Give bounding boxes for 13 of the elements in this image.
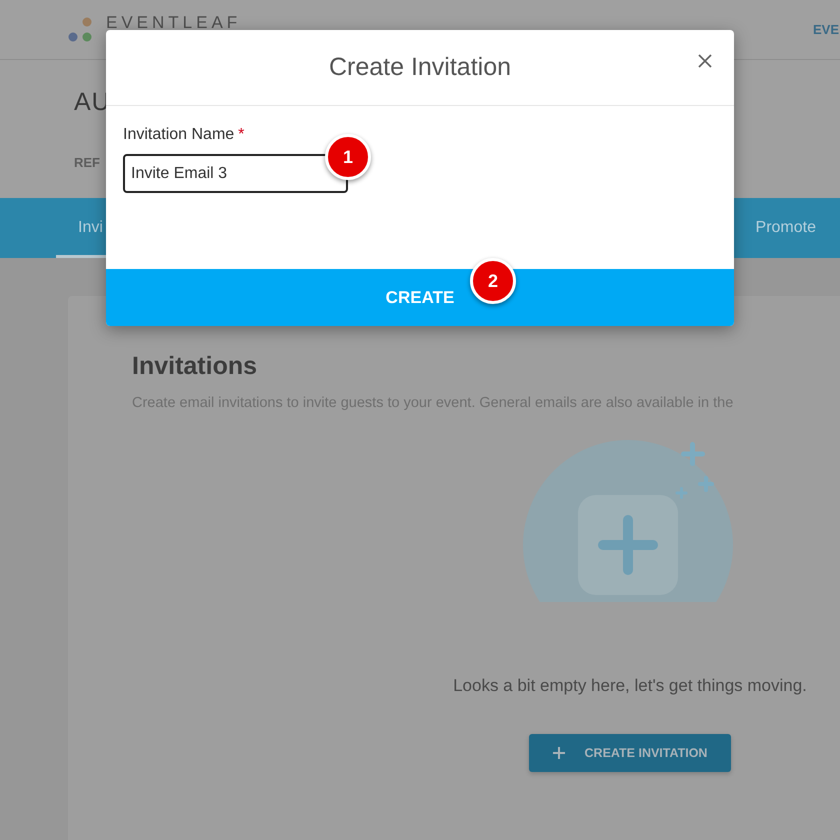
create-invitation-button[interactable]: CREATE INVITATION [528,734,732,772]
required-mark: * [238,126,244,144]
plus-icon [552,747,565,759]
nav-link[interactable]: EVE [812,22,839,37]
field-label: Invitation Name [123,126,234,144]
logo-icon [68,16,94,42]
section-heading: Invitations [132,352,258,381]
logo-text: EVENTLEAF [106,12,242,32]
nav-tab[interactable]: Promote [734,198,838,258]
empty-message: Looks a bit empty here, let's get things moving. [453,676,807,696]
modal-title: Create Invitation [328,53,512,82]
event-tab[interactable]: REF [74,155,100,170]
close-icon[interactable] [698,54,712,68]
